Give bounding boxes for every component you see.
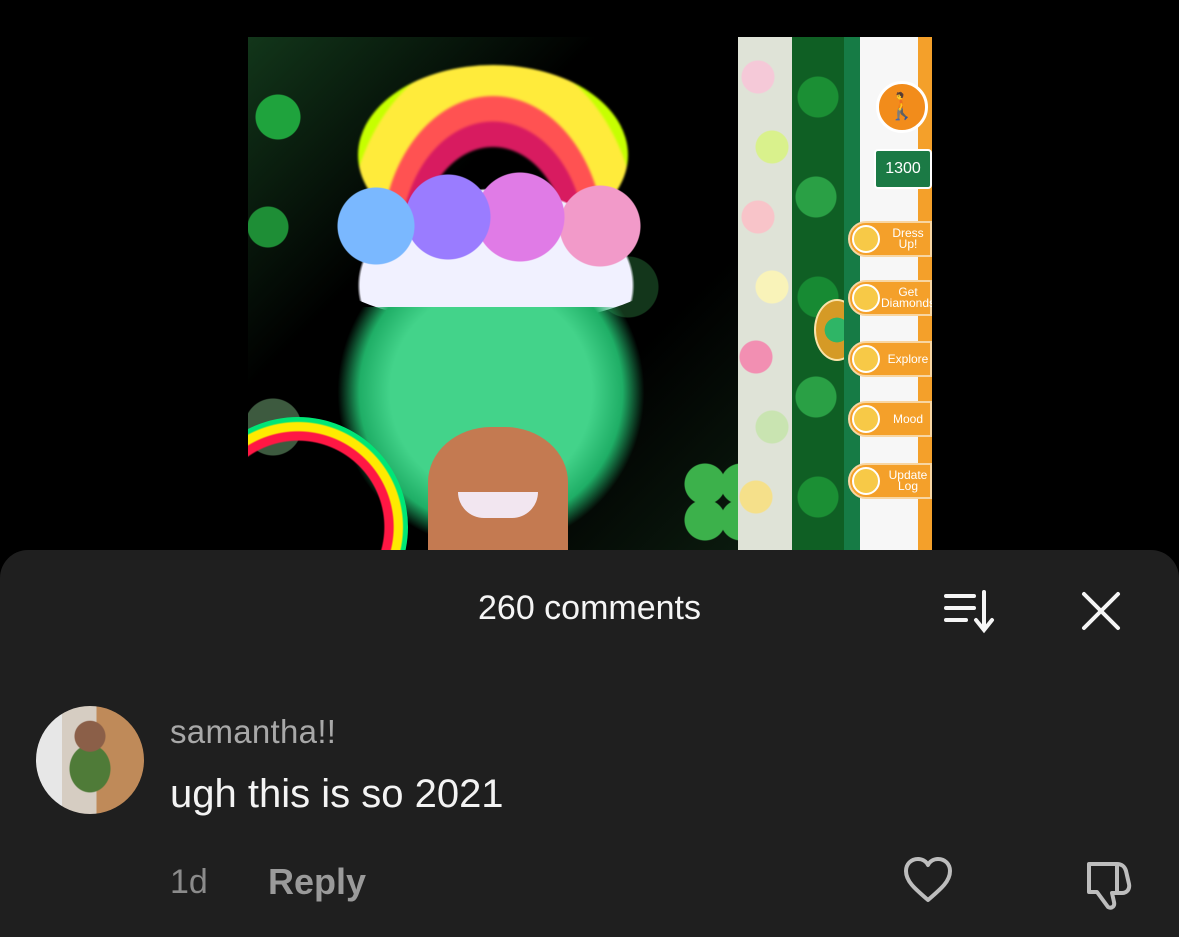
- commenter-avatar[interactable]: [36, 706, 144, 814]
- explore-button: Explore: [848, 341, 932, 377]
- dress-icon: [852, 225, 880, 253]
- reply-button[interactable]: Reply: [268, 861, 366, 903]
- sort-icon[interactable]: [940, 588, 998, 636]
- walking-person-icon: 🚶: [876, 81, 928, 133]
- comments-count-title: 260 comments: [478, 589, 701, 627]
- video-player[interactable]: 🚶 1300 Dress Up! Get Diamonds Explore Mo…: [0, 0, 1179, 560]
- smiley-icon: [852, 405, 880, 433]
- mood-button: Mood: [848, 401, 932, 437]
- thumbs-down-outline-icon[interactable]: [1079, 854, 1137, 912]
- diamond-score: 1300: [874, 149, 932, 189]
- get-diamonds-button: Get Diamonds: [848, 280, 932, 316]
- heart-outline-icon[interactable]: [900, 854, 956, 906]
- compass-icon: [852, 345, 880, 373]
- video-frame: 🚶 1300 Dress Up! Get Diamonds Explore Mo…: [248, 37, 932, 550]
- close-icon[interactable]: [1078, 588, 1124, 634]
- comments-sheet: 260 comments samantha!! ugh this is so 2…: [0, 550, 1179, 937]
- flower-crown: [296, 145, 696, 325]
- avatar-face: [428, 427, 568, 550]
- marshmallow-strip: [738, 37, 792, 550]
- clover-strip: [792, 37, 844, 550]
- comment-username[interactable]: samantha!!: [170, 713, 336, 751]
- clipboard-icon: [852, 467, 880, 495]
- update-log-button: Update Log: [848, 463, 932, 499]
- comment-time: 1d: [170, 863, 208, 901]
- comment-text: ugh this is so 2021: [170, 772, 504, 816]
- diamond-icon: [852, 284, 880, 312]
- dress-up-button: Dress Up!: [848, 221, 932, 257]
